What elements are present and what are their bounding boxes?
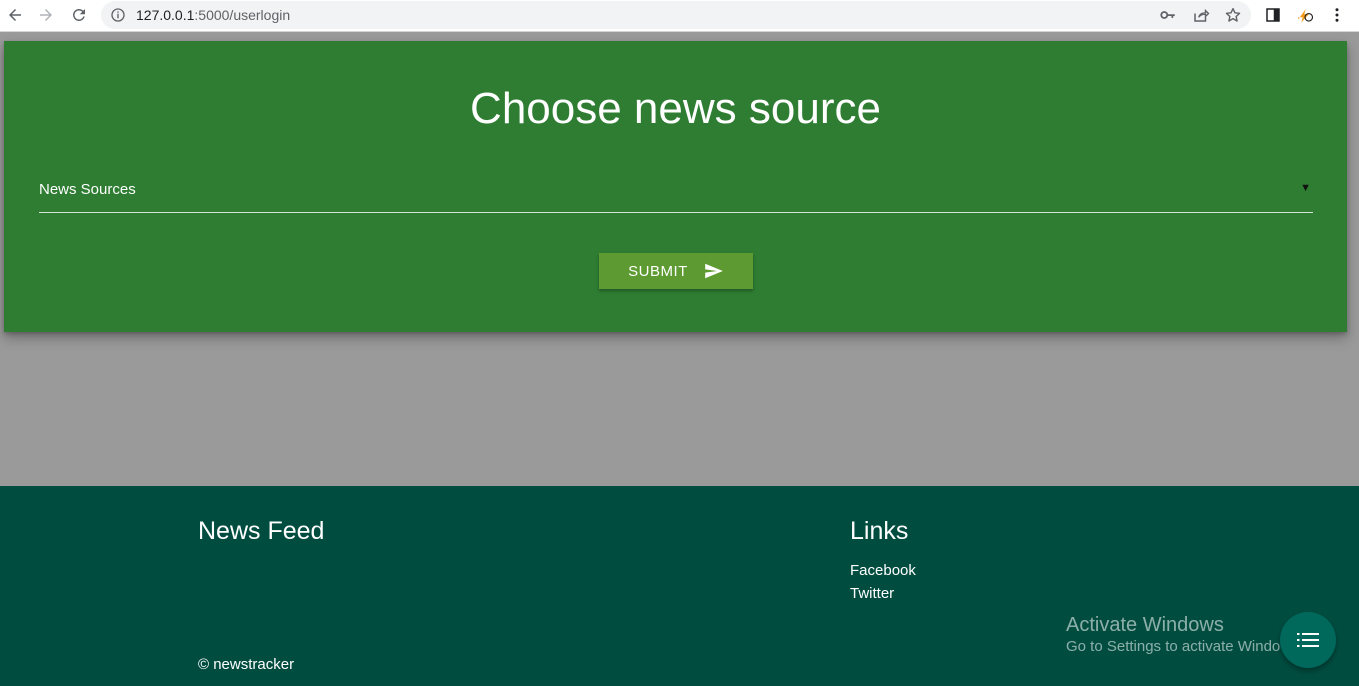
- side-panel-button[interactable]: [1263, 5, 1283, 25]
- submit-button[interactable]: SUBMIT: [599, 253, 753, 289]
- more-menu-icon: [1335, 8, 1339, 22]
- back-arrow-icon: [9, 9, 21, 21]
- url-host: 127.0.0.1: [136, 7, 195, 23]
- footer: News Feed Links Facebook Twitter © newst…: [0, 486, 1359, 686]
- select-value: News Sources: [39, 181, 136, 198]
- facebook-link[interactable]: Facebook: [850, 562, 916, 580]
- share-icon: [1194, 8, 1210, 22]
- page-title: Choose news source: [470, 84, 881, 133]
- browser-toolbar: 127.0.0.1:5000/userlogin: [0, 0, 1359, 32]
- copyright-text: © newstracker: [198, 656, 295, 673]
- info-icon[interactable]: [110, 7, 126, 23]
- side-panel-icon: [1266, 8, 1280, 22]
- activate-windows-title: Activate Windows: [1066, 614, 1224, 636]
- url-path: :5000/userlogin: [194, 7, 291, 23]
- news-sources-select[interactable]: News Sources ▼: [39, 171, 1313, 213]
- list-icon: [1297, 633, 1319, 647]
- page-body: Choose news source News Sources ▼ SUBMIT…: [0, 33, 1359, 686]
- extension-button[interactable]: [1295, 5, 1315, 25]
- footer-news-feed-heading: News Feed: [198, 517, 325, 545]
- activate-windows-subtitle: Go to Settings to activate Windows.: [1066, 638, 1303, 655]
- submit-label: SUBMIT: [628, 262, 688, 280]
- url-text[interactable]: 127.0.0.1:5000/userlogin: [136, 7, 290, 23]
- send-icon: [705, 263, 723, 279]
- footer-links-heading: Links: [850, 517, 909, 545]
- floating-action-button[interactable]: [1280, 612, 1336, 668]
- address-bar[interactable]: 127.0.0.1:5000/userlogin: [101, 1, 1251, 29]
- forward-button[interactable]: [34, 4, 58, 26]
- share-button[interactable]: [1191, 5, 1211, 25]
- reload-button[interactable]: [67, 4, 91, 26]
- password-key-button[interactable]: [1158, 5, 1178, 25]
- forward-arrow-icon: [40, 9, 52, 21]
- news-source-card: Choose news source News Sources ▼ SUBMIT: [4, 41, 1347, 332]
- reload-icon: [73, 8, 85, 21]
- bookmark-button[interactable]: [1223, 5, 1243, 25]
- twitter-link[interactable]: Twitter: [850, 585, 894, 603]
- back-button[interactable]: [3, 4, 27, 26]
- key-icon: [1160, 11, 1175, 19]
- extension-icon: [1298, 9, 1314, 23]
- dropdown-caret-icon: ▼: [1300, 182, 1311, 194]
- star-icon: [1225, 7, 1241, 22]
- more-menu-button[interactable]: [1327, 5, 1347, 25]
